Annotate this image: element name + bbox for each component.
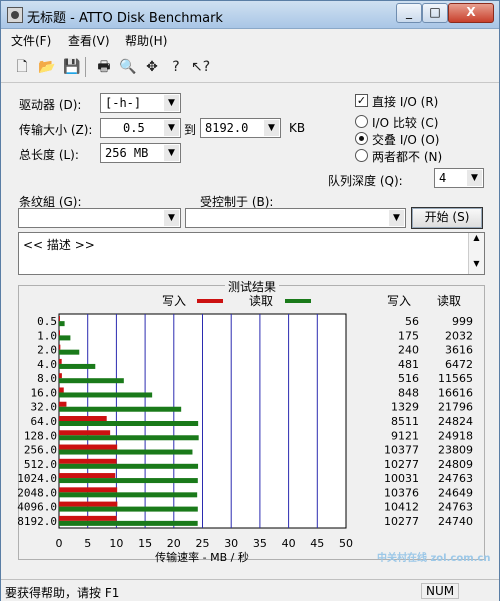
move-icon[interactable]: ✥: [143, 58, 161, 76]
print-preview-icon[interactable]: 🔍: [119, 58, 137, 76]
drive-select[interactable]: [-h-] ▼: [100, 93, 181, 113]
overlap-io-radio[interactable]: [355, 132, 368, 145]
num-lock-indicator: NUM: [421, 583, 460, 599]
description-scrollbar[interactable]: ▲ ▼: [468, 233, 484, 274]
stripe-group-select[interactable]: ▼: [18, 208, 181, 228]
scroll-up-icon[interactable]: ▲: [469, 233, 484, 242]
drive-label: 驱动器 (D):: [19, 98, 82, 112]
queue-depth-value: 4: [439, 171, 447, 185]
chevron-down-icon[interactable]: ▼: [164, 95, 179, 111]
title-bar[interactable]: 无标题 - ATTO Disk Benchmark _ □ X: [1, 1, 499, 29]
print-icon[interactable]: 🖶: [95, 58, 113, 76]
save-icon[interactable]: 💾: [63, 58, 81, 76]
transfer-from-select[interactable]: 0.5 ▼: [100, 118, 181, 138]
controlled-by-select[interactable]: ▼: [185, 208, 406, 228]
minimize-button[interactable]: _: [396, 3, 422, 23]
chevron-down-icon[interactable]: ▼: [389, 210, 404, 226]
queue-depth-label: 队列深度 (Q):: [328, 174, 403, 188]
status-bar: 要获得帮助，请按 F1 NUM: [1, 579, 499, 601]
window-title: 无标题 - ATTO Disk Benchmark: [27, 11, 223, 26]
chevron-down-icon[interactable]: ▼: [164, 210, 179, 226]
total-length-value: 256 MB: [105, 146, 149, 160]
open-folder-icon[interactable]: 📂: [38, 58, 56, 76]
description-text: << 描述 >>: [23, 238, 95, 252]
description-textarea[interactable]: << 描述 >> ▲ ▼: [18, 232, 485, 275]
neither-radio[interactable]: [355, 149, 368, 162]
total-length-label: 总长度 (L):: [19, 148, 79, 162]
menu-view[interactable]: 查看(V): [68, 32, 110, 49]
transfer-size-label: 传输大小 (Z):: [19, 123, 93, 137]
maximize-button[interactable]: □: [422, 3, 448, 23]
total-length-select[interactable]: 256 MB ▼: [100, 143, 181, 163]
watermark: 中关村在线 zol.com.cn: [377, 553, 491, 564]
start-button[interactable]: 开始 (S): [411, 207, 483, 229]
menu-bar: 文件(F) 查看(V) 帮助(H): [1, 29, 499, 50]
chevron-down-icon[interactable]: ▼: [467, 170, 482, 186]
drive-value: [-h-]: [105, 96, 142, 110]
transfer-to-select[interactable]: 8192.0 ▼: [200, 118, 281, 138]
io-compare-label: I/O 比较 (C): [372, 116, 439, 130]
neither-label: 两者都不 (N): [372, 150, 443, 164]
transfer-from-value: 0.5: [123, 121, 145, 135]
queue-depth-select[interactable]: 4 ▼: [434, 168, 484, 188]
toolbar-separator: [85, 57, 86, 77]
chevron-down-icon[interactable]: ▼: [164, 120, 179, 136]
direct-io-checkbox[interactable]: ✓: [355, 94, 368, 107]
app-window: 无标题 - ATTO Disk Benchmark _ □ X 文件(F) 查看…: [0, 0, 500, 601]
to-label: 到: [184, 123, 197, 137]
toolbar: 🗋 📂 💾 🖶 🔍 ✥ ? ↖?: [1, 51, 499, 83]
app-icon: [7, 7, 23, 23]
scroll-down-icon[interactable]: ▼: [469, 259, 484, 268]
io-compare-radio[interactable]: [355, 115, 368, 128]
menu-help[interactable]: 帮助(H): [125, 32, 167, 49]
chevron-down-icon[interactable]: ▼: [164, 145, 179, 161]
transfer-to-value: 8192.0: [205, 121, 249, 135]
status-text: 要获得帮助，请按 F1: [5, 586, 120, 600]
kb-label: KB: [289, 121, 306, 135]
overlap-io-label: 交叠 I/O (O): [372, 133, 440, 147]
context-help-icon[interactable]: ↖?: [191, 58, 210, 76]
new-file-icon[interactable]: 🗋: [13, 58, 31, 76]
results-group: [18, 285, 485, 560]
help-icon[interactable]: ?: [167, 58, 185, 76]
close-button[interactable]: X: [448, 3, 494, 23]
chart-title: 测试结果: [225, 278, 280, 295]
menu-file[interactable]: 文件(F): [11, 32, 51, 49]
direct-io-label: 直接 I/O (R): [372, 95, 439, 109]
chevron-down-icon[interactable]: ▼: [264, 120, 279, 136]
